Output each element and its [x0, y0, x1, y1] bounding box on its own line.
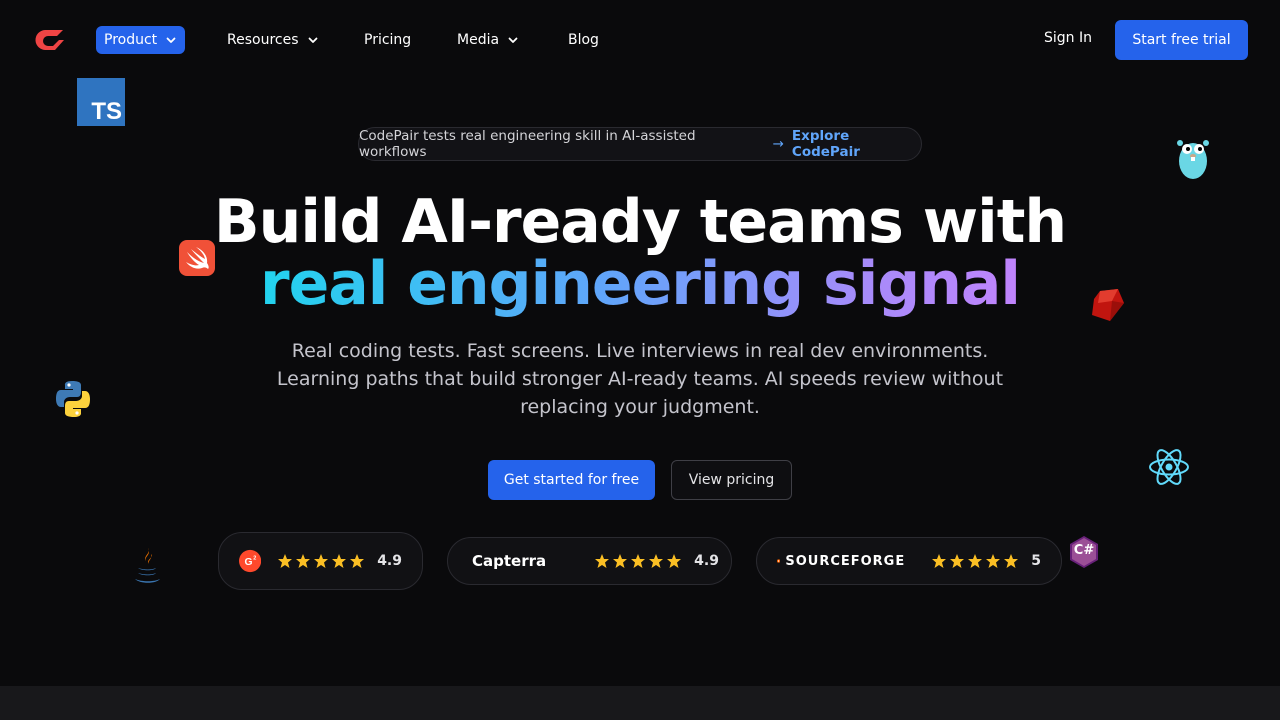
announcement-banner[interactable]: CodePair tests real engineering skill in… — [358, 127, 922, 161]
svg-text:G: G — [245, 557, 253, 568]
typescript-icon: TS — [77, 78, 125, 126]
star-icon — [332, 554, 347, 568]
hero-headline: Build AI-ready teams with — [213, 187, 1067, 257]
announcement-text: CodePair tests real engineering skill in… — [359, 128, 696, 160]
star-icon — [613, 554, 628, 568]
explore-codepair-link[interactable]: Explore CodePair — [792, 128, 921, 160]
python-icon — [56, 381, 90, 417]
get-started-button[interactable]: Get started for free — [488, 460, 655, 500]
csharp-icon-label: C# — [1073, 543, 1095, 558]
rating-card-g2[interactable]: G 2 4.9 — [218, 532, 423, 590]
star-icon — [968, 554, 983, 568]
star-rating — [277, 553, 365, 569]
nav-media[interactable]: Media — [457, 26, 519, 54]
sourceforge-logo-icon — [777, 559, 781, 563]
star-icon — [950, 554, 965, 568]
hero-headline-gradient: real engineering signal — [0, 252, 1280, 316]
top-navigation: Product Resources Pricing Media Blog Sig… — [0, 0, 1280, 80]
nav-product[interactable]: Product — [96, 26, 186, 54]
sourceforge-brand: SOURCEFORGE — [785, 553, 906, 569]
view-pricing-button[interactable]: View pricing — [671, 460, 792, 500]
star-rating — [594, 553, 682, 569]
rating-card-capterra[interactable]: Capterra 4.9 — [447, 537, 732, 585]
nav-pricing-label: Pricing — [364, 32, 412, 48]
rating-score: 4.9 — [377, 553, 402, 569]
golang-gopher-icon — [1177, 140, 1209, 179]
star-icon — [631, 554, 646, 568]
csharp-icon: C# — [1068, 535, 1100, 569]
typescript-icon-label: TS — [91, 98, 122, 125]
react-icon — [1149, 449, 1189, 485]
rating-card-sourceforge[interactable]: SOURCEFORGE 5 — [756, 537, 1062, 585]
star-icon — [649, 554, 664, 568]
star-icon — [278, 554, 293, 568]
chevron-down-icon — [166, 37, 176, 43]
star-icon — [350, 554, 365, 568]
nav-resources[interactable]: Resources — [227, 26, 319, 54]
sign-in-link[interactable]: Sign In — [1044, 30, 1092, 46]
svg-text:2: 2 — [253, 555, 256, 561]
star-icon — [595, 554, 610, 568]
java-icon — [135, 548, 160, 583]
star-icon — [314, 554, 329, 568]
nav-media-label: Media — [457, 32, 500, 48]
start-free-trial-button[interactable]: Start free trial — [1115, 20, 1248, 60]
capterra-brand: Capterra — [472, 552, 547, 570]
nav-pricing[interactable]: Pricing — [364, 26, 411, 54]
nav-resources-label: Resources — [227, 32, 299, 48]
hero-headline-gradient-text: real engineering signal — [260, 249, 1021, 319]
star-rating — [931, 553, 1019, 569]
star-icon — [1004, 554, 1019, 568]
chevron-down-icon — [508, 37, 518, 43]
rating-score: 5 — [1031, 553, 1041, 569]
arrow-right-icon: → — [772, 136, 784, 152]
next-section-band — [0, 686, 1280, 720]
chevron-down-icon — [308, 37, 317, 43]
brand-logo-icon[interactable] — [31, 26, 65, 54]
nav-blog[interactable]: Blog — [568, 26, 599, 54]
star-icon — [986, 554, 1001, 568]
star-icon — [932, 554, 947, 568]
star-icon — [667, 554, 682, 568]
hero-subtitle: Real coding tests. Fast screens. Live in… — [276, 340, 1004, 418]
rating-score: 4.9 — [694, 553, 719, 569]
nav-product-label: Product — [104, 32, 158, 48]
star-icon — [296, 554, 311, 568]
nav-blog-label: Blog — [568, 32, 599, 48]
g2-logo-icon: G 2 — [239, 549, 262, 573]
